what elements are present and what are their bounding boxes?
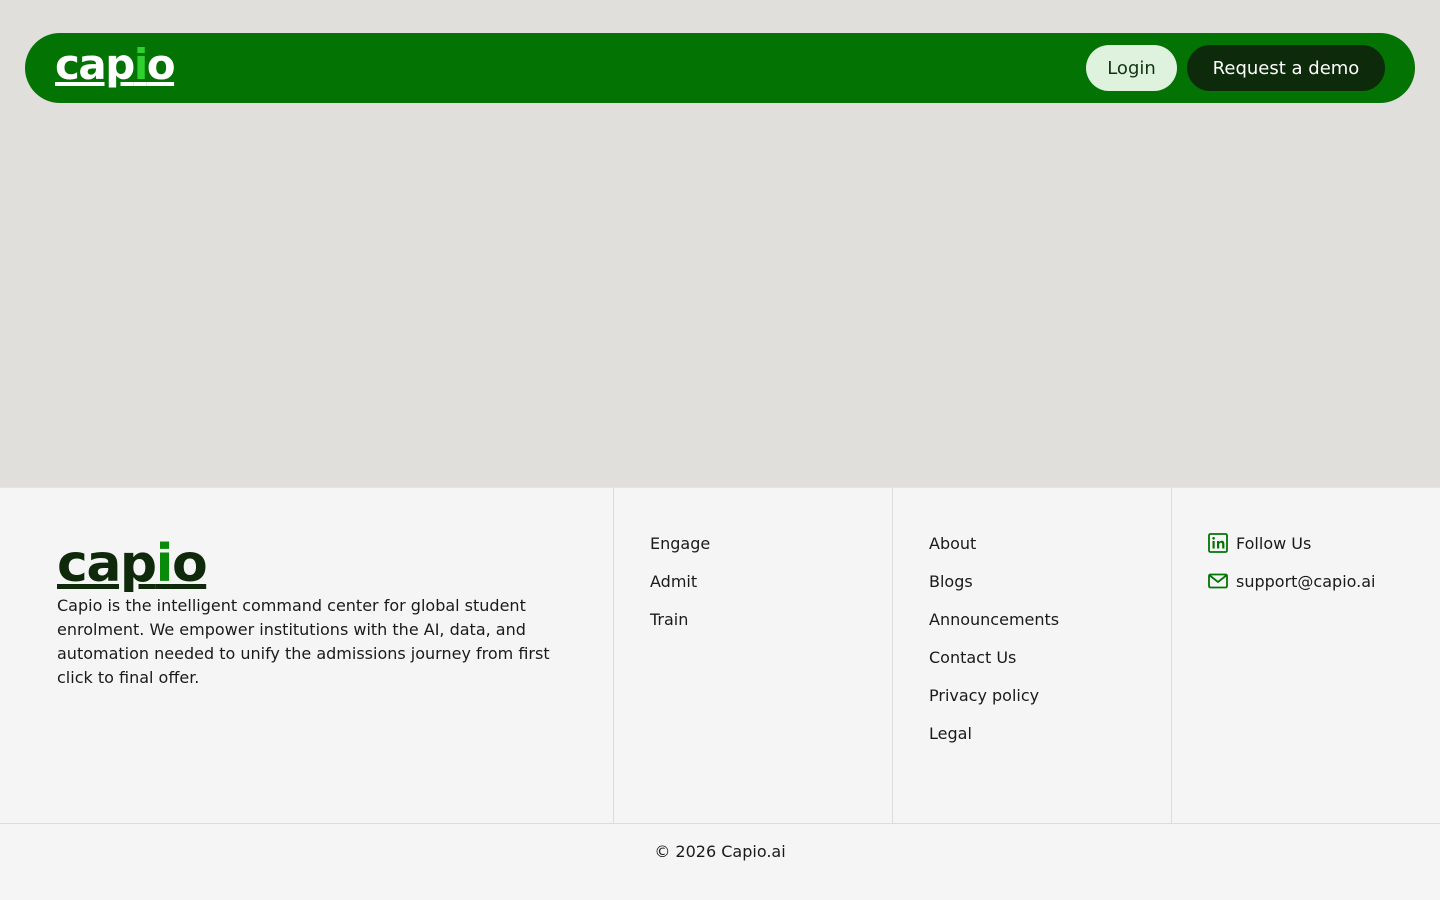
footer-products-column: Engage Admit Train	[614, 488, 893, 823]
footer-brand-column: cap i o Capio is the intelligent command c…	[0, 488, 614, 823]
footer-logo-part-cap: cap	[57, 534, 157, 594]
copyright-text: © 2026 Capio.ai	[654, 841, 786, 861]
footer-link-contact-us[interactable]: Contact Us	[929, 648, 1016, 667]
support-email-link[interactable]: support@capio.ai	[1208, 571, 1375, 591]
logo-part-i: i	[133, 40, 148, 89]
footer-link-admit[interactable]: Admit	[650, 572, 697, 591]
footer-logo-part-o: o	[171, 534, 208, 594]
mail-icon	[1208, 571, 1228, 591]
footer-link-legal[interactable]: Legal	[929, 724, 972, 743]
footer-columns: cap i o Capio is the intelligent command c…	[0, 488, 1440, 824]
footer-social-column: Follow Us support@capio.ai	[1172, 488, 1440, 823]
site-footer: cap i o Capio is the intelligent command c…	[0, 487, 1440, 900]
footer-link-privacy-policy[interactable]: Privacy policy	[929, 686, 1039, 705]
footer-link-engage[interactable]: Engage	[650, 534, 710, 553]
footer-link-about[interactable]: About	[929, 534, 976, 553]
hero-section: cap i o Login Request a demo	[0, 0, 1440, 487]
footer-brand: cap i o Capio is the intelligent command c…	[57, 538, 557, 690]
footer-company-column: About Blogs Announcements Contact Us Pri…	[893, 488, 1172, 823]
products-link-list: Engage Admit Train	[650, 524, 710, 638]
footer-logo-part-i: i	[155, 534, 174, 594]
footer-link-train[interactable]: Train	[650, 610, 688, 629]
follow-us-label: Follow Us	[1236, 533, 1312, 553]
capio-logo[interactable]: cap i o	[55, 40, 176, 89]
support-email-label: support@capio.ai	[1236, 571, 1376, 591]
login-button[interactable]: Login	[1086, 45, 1177, 91]
top-navbar: cap i o Login Request a demo	[25, 33, 1415, 103]
company-link-list: About Blogs Announcements Contact Us Pri…	[929, 524, 1059, 752]
social-link-list: Follow Us support@capio.ai	[1208, 524, 1375, 600]
request-demo-button[interactable]: Request a demo	[1187, 45, 1385, 91]
footer-description: Capio is the intelligent command center …	[57, 596, 550, 687]
footer-link-announcements[interactable]: Announcements	[929, 610, 1059, 629]
linkedin-icon	[1208, 533, 1228, 553]
follow-us-link[interactable]: Follow Us	[1208, 533, 1311, 553]
logo-part-cap: cap	[55, 40, 135, 89]
footer-capio-logo[interactable]: cap i o	[57, 538, 557, 590]
logo-part-o: o	[146, 40, 176, 89]
footer-link-blogs[interactable]: Blogs	[929, 572, 973, 591]
nav-actions: Login Request a demo	[1086, 45, 1385, 91]
